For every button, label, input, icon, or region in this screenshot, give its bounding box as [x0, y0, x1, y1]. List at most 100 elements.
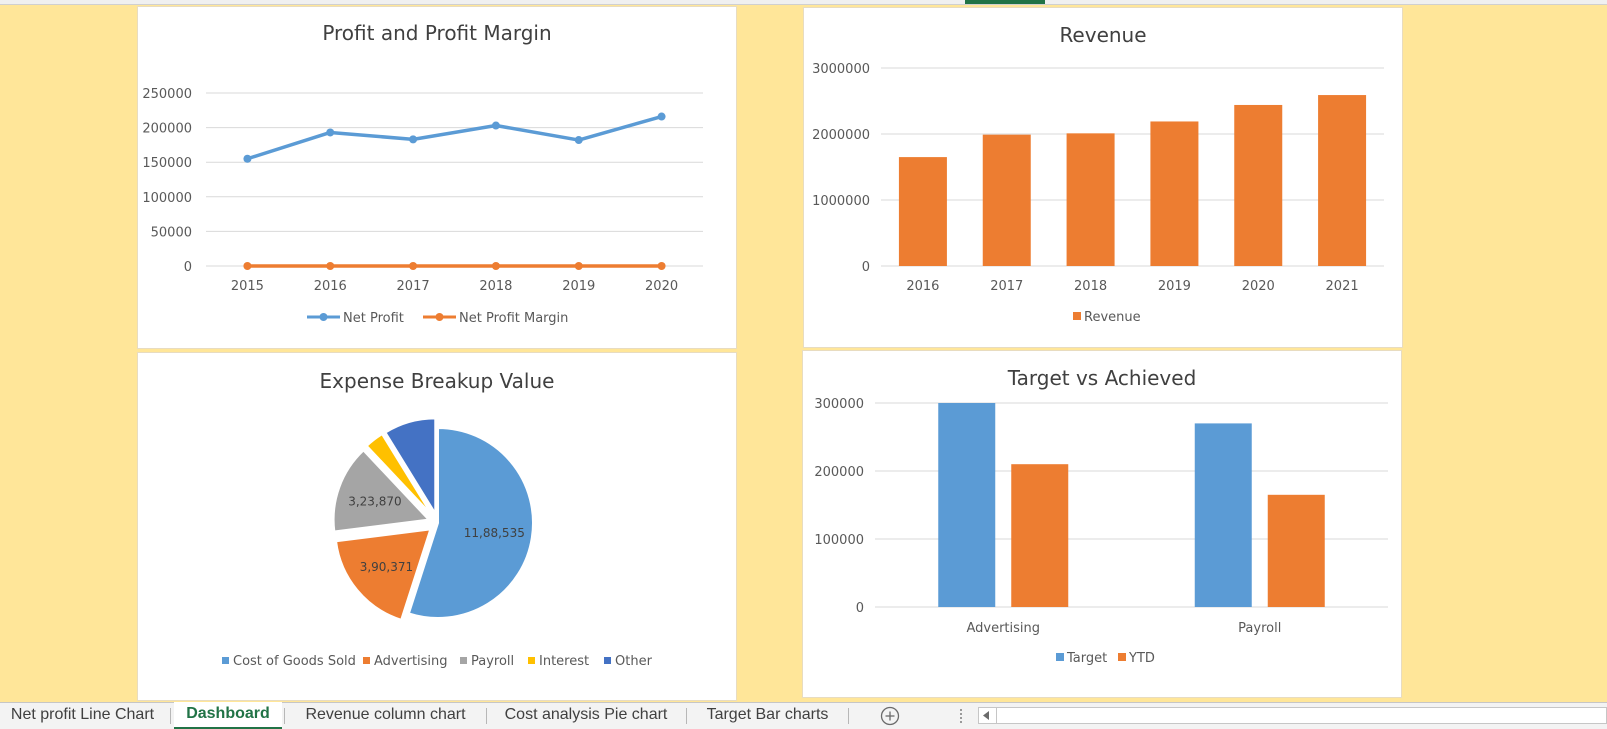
- data-point: [409, 135, 418, 144]
- bar-target: [938, 403, 996, 607]
- legend-label: Advertising: [374, 654, 448, 669]
- y-tick-label: 0: [862, 260, 870, 275]
- legend-marker: [363, 657, 370, 664]
- data-point: [491, 262, 500, 270]
- y-tick-label: 0: [856, 601, 864, 616]
- data-point: [409, 262, 418, 270]
- x-tick-label: 2018: [1074, 279, 1107, 294]
- revenue-chart-plot: 3000000 2000000 1000000 0 2016 2017 2018 2019 20…: [812, 62, 1384, 325]
- slice-data-label: 11,88,535: [464, 526, 525, 540]
- y-tick-label: 200000: [814, 465, 864, 480]
- tab-separator: [848, 708, 849, 724]
- slice-data-label: 3,23,870: [348, 494, 401, 508]
- revenue-bar: [1066, 133, 1115, 266]
- legend-label: Other: [615, 654, 653, 669]
- x-tick-label: 2016: [906, 279, 939, 294]
- y-tick-label: 1000000: [812, 194, 870, 209]
- target-chart-plot: 300000 200000 100000 0 Advertising Payroll Tar…: [814, 397, 1388, 666]
- tab-dashboard[interactable]: Dashboard: [174, 702, 282, 729]
- data-point: [657, 262, 666, 270]
- y-tick-label: 3000000: [812, 62, 870, 77]
- plus-circle-icon[interactable]: [879, 705, 901, 727]
- legend-label: Net Profit: [343, 311, 404, 326]
- data-point: [657, 112, 666, 121]
- legend-marker: [222, 657, 229, 664]
- data-point: [326, 262, 335, 270]
- legend-point-marker: [319, 313, 328, 321]
- data-point: [491, 121, 500, 130]
- y-tick-label: 200000: [142, 122, 192, 137]
- y-tick-label: 50000: [151, 225, 192, 240]
- tab-target-bar-charts[interactable]: Target Bar charts: [690, 703, 845, 729]
- y-tick-label: 300000: [814, 397, 864, 412]
- tab-separator: [284, 708, 285, 724]
- y-tick-label: 250000: [142, 87, 192, 102]
- data-point: [574, 136, 583, 145]
- legend-point-marker: [435, 313, 444, 321]
- y-tick-label: 100000: [814, 533, 864, 548]
- tab-separator: [170, 708, 171, 724]
- legend-marker: [1073, 312, 1081, 320]
- target-chart[interactable]: Target vs Achieved 300000 200000 100000 0 Ad…: [802, 350, 1402, 698]
- x-tick-label: 2019: [1158, 279, 1191, 294]
- tab-cost-analysis-pie-chart[interactable]: Cost analysis Pie chart: [490, 703, 682, 729]
- data-point: [243, 262, 252, 270]
- legend-label: Net Profit Margin: [459, 311, 568, 326]
- data-point: [243, 154, 252, 163]
- x-tick-label: Payroll: [1238, 621, 1281, 636]
- legend-label: Target: [1066, 651, 1107, 666]
- active-column-indicator: [965, 0, 1045, 4]
- data-point: [326, 128, 335, 137]
- y-tick-label: 2000000: [812, 128, 870, 143]
- revenue-bar: [1318, 95, 1367, 266]
- profit-chart-plot: 250000 200000 150000 100000 50000 0 2015 2016 20…: [142, 87, 703, 326]
- x-tick-label: 2016: [314, 279, 347, 294]
- bar-target: [1194, 423, 1252, 607]
- sheet-tab-bar: Net profit Line Chart Dashboard Revenue …: [0, 702, 1607, 729]
- legend-marker: [604, 657, 611, 664]
- horizontal-scrollbar[interactable]: [978, 707, 1607, 724]
- legend-marker: [528, 657, 535, 664]
- x-tick-label: 2021: [1326, 279, 1359, 294]
- expense-chart[interactable]: Expense Breakup Value 11,88,535 3,90,371 3…: [137, 352, 737, 701]
- x-tick-label: 2015: [231, 279, 264, 294]
- x-tick-label: 2020: [645, 279, 678, 294]
- bar-ytd: [1267, 494, 1325, 607]
- data-point: [574, 262, 583, 270]
- legend-marker: [1118, 653, 1126, 661]
- x-tick-label: 2020: [1242, 279, 1275, 294]
- y-tick-label: 0: [184, 260, 192, 275]
- legend-label: Payroll: [471, 654, 514, 669]
- scrollbar-divider: [996, 708, 997, 723]
- revenue-chart[interactable]: Revenue 3000000 2000000 1000000 0 2016 2017 20…: [803, 7, 1403, 348]
- revenue-bar: [982, 134, 1031, 266]
- profit-chart[interactable]: Profit and Profit Margin 250000 200000 150…: [137, 6, 737, 349]
- tab-separator: [486, 708, 487, 724]
- tab-revenue-column-chart[interactable]: Revenue column chart: [288, 703, 483, 729]
- revenue-bar: [898, 157, 947, 266]
- legend-marker: [460, 657, 467, 664]
- legend-label: Revenue: [1084, 310, 1141, 325]
- x-tick-label: 2019: [562, 279, 595, 294]
- x-tick-label: 2017: [990, 279, 1023, 294]
- y-tick-label: 100000: [142, 191, 192, 206]
- legend-label: YTD: [1128, 651, 1155, 666]
- legend-label: Cost of Goods Sold: [233, 654, 356, 669]
- splitter-handle[interactable]: [960, 709, 965, 723]
- tab-net-profit-line-chart[interactable]: Net profit Line Chart: [0, 703, 165, 729]
- legend-marker: [1056, 653, 1064, 661]
- x-tick-label: 2018: [479, 279, 512, 294]
- revenue-bar: [1150, 121, 1199, 267]
- bar-ytd: [1011, 464, 1069, 607]
- y-tick-label: 150000: [142, 156, 192, 171]
- triangle-left-icon[interactable]: [979, 708, 995, 723]
- x-tick-label: 2017: [397, 279, 430, 294]
- series-line-0: [246, 114, 663, 161]
- legend-label: Interest: [539, 654, 589, 669]
- revenue-bar: [1234, 104, 1283, 267]
- expense-chart-plot: 11,88,535 3,90,371 3,23,870 Cost of Goods S…: [222, 417, 653, 669]
- tab-separator: [686, 708, 687, 724]
- x-tick-label: Advertising: [966, 621, 1040, 636]
- column-header-strip: [0, 0, 1607, 5]
- slice-data-label: 3,90,371: [360, 560, 413, 574]
